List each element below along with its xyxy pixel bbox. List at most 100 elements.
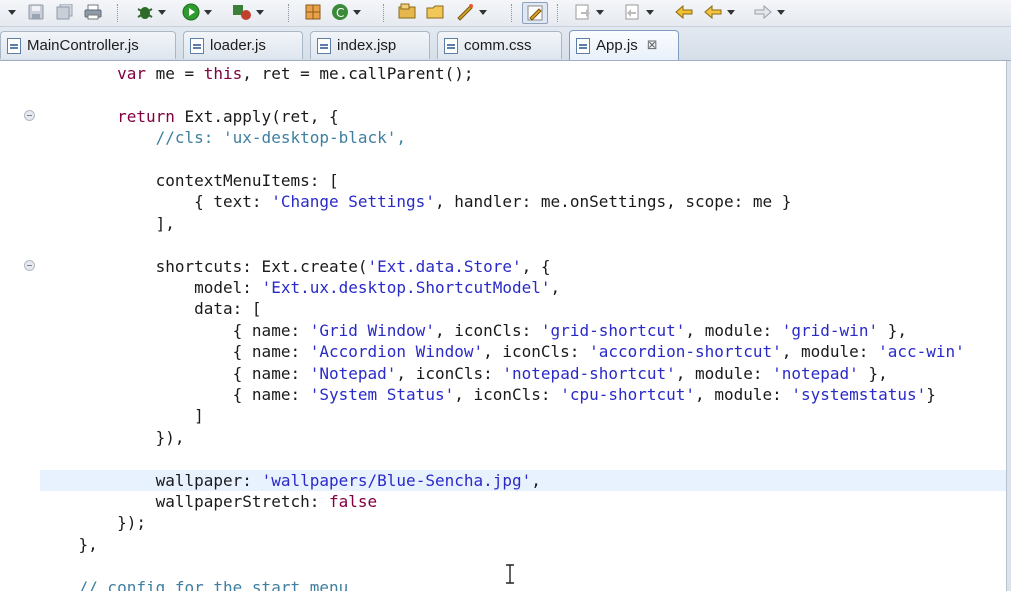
- new-dropdown-arrow[interactable]: [8, 3, 16, 21]
- back-icon[interactable]: [703, 3, 735, 21]
- forward-icon[interactable]: [753, 3, 785, 21]
- search-icon[interactable]: [455, 3, 487, 21]
- code-text: , iconCls:: [396, 364, 503, 383]
- code-line[interactable]: { name: 'Accordion Window', iconCls: 'ac…: [40, 341, 1006, 362]
- code-line[interactable]: });: [40, 512, 1006, 533]
- code-text: wallpaperStretch:: [40, 492, 329, 511]
- code-string: 'System Status': [309, 385, 455, 404]
- code-line[interactable]: //cls: 'ux-desktop-black',: [40, 127, 1006, 148]
- tab-index-jsp[interactable]: index.jsp: [310, 31, 430, 59]
- code-line[interactable]: [40, 149, 1006, 170]
- code-line[interactable]: [40, 448, 1006, 469]
- run-dropdown-arrow[interactable]: [204, 9, 212, 15]
- tab-label: index.jsp: [337, 37, 397, 54]
- last-edit-location-icon[interactable]: [674, 3, 694, 21]
- code-line[interactable]: return Ext.apply(ret, {: [40, 106, 1006, 127]
- close-tab-icon[interactable]: ⊠: [647, 38, 658, 53]
- tab-loader-js[interactable]: loader.js: [183, 31, 303, 59]
- code-text: , iconCls:: [454, 385, 561, 404]
- forward-dropdown-arrow[interactable]: [777, 9, 785, 15]
- run-icon[interactable]: [182, 3, 212, 21]
- code-line[interactable]: { text: 'Change Settings', handler: me.o…: [40, 191, 1006, 212]
- external-tools-icon[interactable]: [232, 3, 264, 21]
- code-string: 'Ext.ux.desktop.ShortcutModel': [261, 278, 551, 297]
- debug-icon[interactable]: [136, 3, 166, 21]
- code-line[interactable]: },: [40, 534, 1006, 555]
- code-line[interactable]: // config for the start menu: [40, 577, 1006, 591]
- new-package-icon[interactable]: [304, 3, 322, 21]
- new-class-dropdown-arrow[interactable]: [353, 9, 361, 15]
- code-text: },: [40, 535, 98, 554]
- code-string: 'systemstatus': [791, 385, 927, 404]
- code-line[interactable]: ],: [40, 213, 1006, 234]
- code-editor[interactable]: var me = this, ret = me.callParent(); re…: [0, 61, 1006, 591]
- code-text: },: [878, 321, 907, 340]
- code-keyword: false: [328, 492, 378, 511]
- code-text: }: [926, 385, 936, 404]
- next-annotation-icon[interactable]: [574, 3, 604, 21]
- code-line[interactable]: [40, 84, 1006, 105]
- code-keyword: return: [117, 107, 175, 126]
- vertical-scrollbar[interactable]: [1006, 61, 1011, 591]
- code-line[interactable]: { name: 'Notepad', iconCls: 'notepad-sho…: [40, 363, 1006, 384]
- fold-collapse-icon[interactable]: [24, 260, 35, 271]
- open-type-icon[interactable]: [398, 3, 418, 21]
- code-line[interactable]: [40, 234, 1006, 255]
- next-annotation-dropdown-arrow[interactable]: [596, 9, 604, 15]
- code-text: { name:: [40, 342, 310, 361]
- code-line[interactable]: data: [: [40, 298, 1006, 319]
- code-text: { text:: [40, 192, 272, 211]
- tab-app-js[interactable]: App.js ⊠: [569, 30, 679, 60]
- code-line[interactable]: { name: 'Grid Window', iconCls: 'grid-sh…: [40, 320, 1006, 341]
- code-string: 'grid-shortcut': [540, 321, 686, 340]
- code-text: }),: [40, 428, 185, 447]
- code-line[interactable]: var me = this, ret = me.callParent();: [40, 63, 1006, 84]
- tab-maincontroller-js[interactable]: MainController.js: [0, 31, 176, 59]
- code-string: 'grid-win': [781, 321, 879, 340]
- code-text: , module:: [781, 342, 879, 361]
- save-all-icon[interactable]: [56, 3, 74, 21]
- toggle-mark-occurrences-icon[interactable]: [522, 2, 548, 24]
- debug-dropdown-arrow[interactable]: [158, 9, 166, 15]
- code-string: 'Grid Window': [309, 321, 435, 340]
- code-line[interactable]: model: 'Ext.ux.desktop.ShortcutModel',: [40, 277, 1006, 298]
- code-string: 'wallpapers/Blue-Sencha.jpg': [261, 471, 532, 490]
- open-folder-icon[interactable]: [426, 3, 446, 21]
- previous-annotation-icon[interactable]: [624, 3, 654, 21]
- code-keyword: var: [117, 64, 146, 83]
- code-line[interactable]: shortcuts: Ext.create('Ext.data.Store', …: [40, 256, 1006, 277]
- code-line[interactable]: wallpaperStretch: false: [40, 491, 1006, 512]
- new-class-icon[interactable]: C: [331, 3, 361, 21]
- code-text: model:: [40, 278, 262, 297]
- code-string: 'Change Settings': [271, 192, 435, 211]
- code-string: 'notepad': [772, 364, 859, 383]
- previous-annotation-dropdown-arrow[interactable]: [646, 9, 654, 15]
- code-line[interactable]: { name: 'System Status', iconCls: 'cpu-s…: [40, 384, 1006, 405]
- print-icon[interactable]: [84, 3, 102, 21]
- code-line[interactable]: contextMenuItems: [: [40, 170, 1006, 191]
- code-text: , module:: [685, 321, 782, 340]
- save-icon[interactable]: [28, 3, 44, 21]
- search-dropdown-arrow[interactable]: [479, 9, 487, 15]
- svg-text:C: C: [336, 6, 344, 20]
- js-file-icon: [190, 37, 204, 54]
- code-text: ,: [531, 471, 541, 490]
- code-text: me =: [145, 64, 204, 83]
- code-string: 'cpu-shortcut': [560, 385, 696, 404]
- js-file-icon: [7, 37, 21, 54]
- code-text: });: [40, 513, 146, 532]
- external-tools-dropdown-arrow[interactable]: [256, 9, 264, 15]
- tab-comm-css[interactable]: comm.css: [437, 31, 562, 59]
- code-text: , handler: me.onSettings, scope: me }: [434, 192, 792, 211]
- fold-collapse-icon[interactable]: [24, 110, 35, 121]
- code-line[interactable]: wallpaper: 'wallpapers/Blue-Sencha.jpg',: [40, 470, 1006, 491]
- code-string: 'accordion-shortcut': [589, 342, 782, 361]
- code-line[interactable]: }),: [40, 427, 1006, 448]
- code-line[interactable]: [40, 555, 1006, 576]
- code-line[interactable]: ]: [40, 405, 1006, 426]
- back-dropdown-arrow[interactable]: [727, 9, 735, 15]
- code-text: shortcuts: Ext.create(: [40, 257, 368, 276]
- code-comment: //cls: 'ux-desktop-black',: [155, 128, 407, 147]
